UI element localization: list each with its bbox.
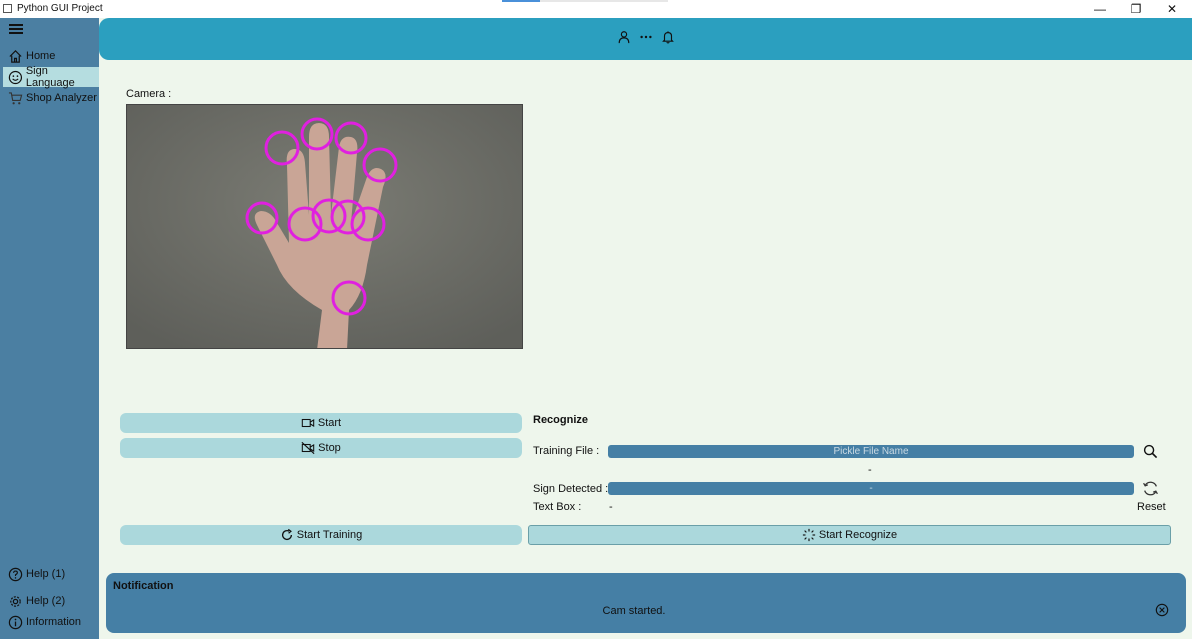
sidebar-item-label: Information — [26, 616, 82, 628]
sign-detected-field: - — [608, 482, 1134, 495]
hamburger-menu-icon[interactable] — [9, 24, 23, 34]
training-file-status: - — [868, 464, 872, 476]
info-icon — [8, 615, 23, 629]
text-box-value: - — [609, 501, 613, 513]
video-off-icon — [301, 441, 315, 455]
notification-message: Cam started. — [602, 605, 666, 617]
stop-button[interactable]: Stop — [120, 438, 522, 458]
app-icon — [3, 4, 12, 13]
training-file-field[interactable]: Pickle File Name — [608, 445, 1134, 458]
title-bar: Python GUI Project — ❐ ✕ — [0, 0, 1192, 18]
minimize-button[interactable]: — — [1082, 0, 1118, 18]
tab-indicator — [502, 0, 540, 2]
camera-label: Camera : — [126, 88, 172, 100]
search-icon[interactable] — [1143, 444, 1158, 459]
smiley-icon — [8, 70, 23, 84]
sidebar-item-information[interactable]: Information — [3, 612, 99, 632]
start-recognize-label: Start Recognize — [818, 529, 898, 541]
sidebar-item-label: Shop Analyzer — [26, 92, 97, 104]
sidebar-item-label: Help (2) — [26, 595, 66, 607]
sidebar-item-home[interactable]: Home — [3, 46, 99, 66]
sidebar-item-help-1[interactable]: Help (1) — [3, 564, 99, 584]
stop-button-label: Stop — [318, 442, 341, 454]
close-icon[interactable] — [1155, 603, 1169, 617]
sidebar-item-label: Home — [26, 50, 56, 62]
refresh-icon — [281, 528, 292, 541]
gear-icon — [10, 595, 21, 607]
video-camera-icon — [301, 418, 315, 428]
start-button-label: Start — [317, 417, 342, 429]
window-title: Python GUI Project — [17, 3, 103, 14]
bell-icon[interactable] — [661, 30, 675, 44]
restore-button[interactable]: ❐ — [1118, 0, 1154, 18]
spinner-icon — [802, 528, 815, 542]
sidebar — [0, 18, 99, 639]
text-box-label: Text Box : — [533, 501, 582, 513]
top-bar — [99, 18, 1192, 60]
reset-label[interactable]: Reset — [1137, 501, 1166, 513]
recognize-title: Recognize — [533, 414, 589, 426]
sidebar-item-sign-language[interactable]: Sign Language — [3, 65, 99, 89]
reset-icon[interactable] — [1142, 480, 1159, 497]
question-icon — [8, 567, 23, 581]
training-file-label: Training File : — [533, 445, 600, 457]
hand-landmark-view — [127, 105, 522, 348]
camera-feed — [126, 104, 523, 349]
sign-detected-label: Sign Detected : — [533, 483, 609, 495]
notification-title: Notification — [113, 580, 174, 592]
start-training-label: Start Training — [296, 529, 363, 541]
notification-panel: Notification Cam started. — [106, 573, 1186, 633]
sidebar-item-shop-analyzer[interactable]: Shop Analyzer — [3, 88, 99, 108]
tab-indicator-secondary — [540, 0, 668, 2]
sidebar-item-help-2[interactable]: Help (2) — [3, 591, 99, 611]
training-file-placeholder: Pickle File Name — [833, 446, 909, 457]
cart-icon — [8, 91, 23, 104]
sign-detected-value: - — [869, 483, 873, 494]
start-recognize-button[interactable]: Start Recognize — [528, 525, 1171, 545]
user-icon[interactable] — [617, 30, 631, 44]
sidebar-item-label: Sign Language — [25, 65, 75, 89]
start-training-button[interactable]: Start Training — [120, 525, 522, 545]
start-button[interactable]: Start — [120, 413, 522, 433]
more-icon[interactable] — [639, 30, 653, 44]
close-button[interactable]: ✕ — [1154, 0, 1190, 18]
sidebar-item-label: Help (1) — [26, 568, 66, 580]
home-icon — [9, 49, 22, 63]
